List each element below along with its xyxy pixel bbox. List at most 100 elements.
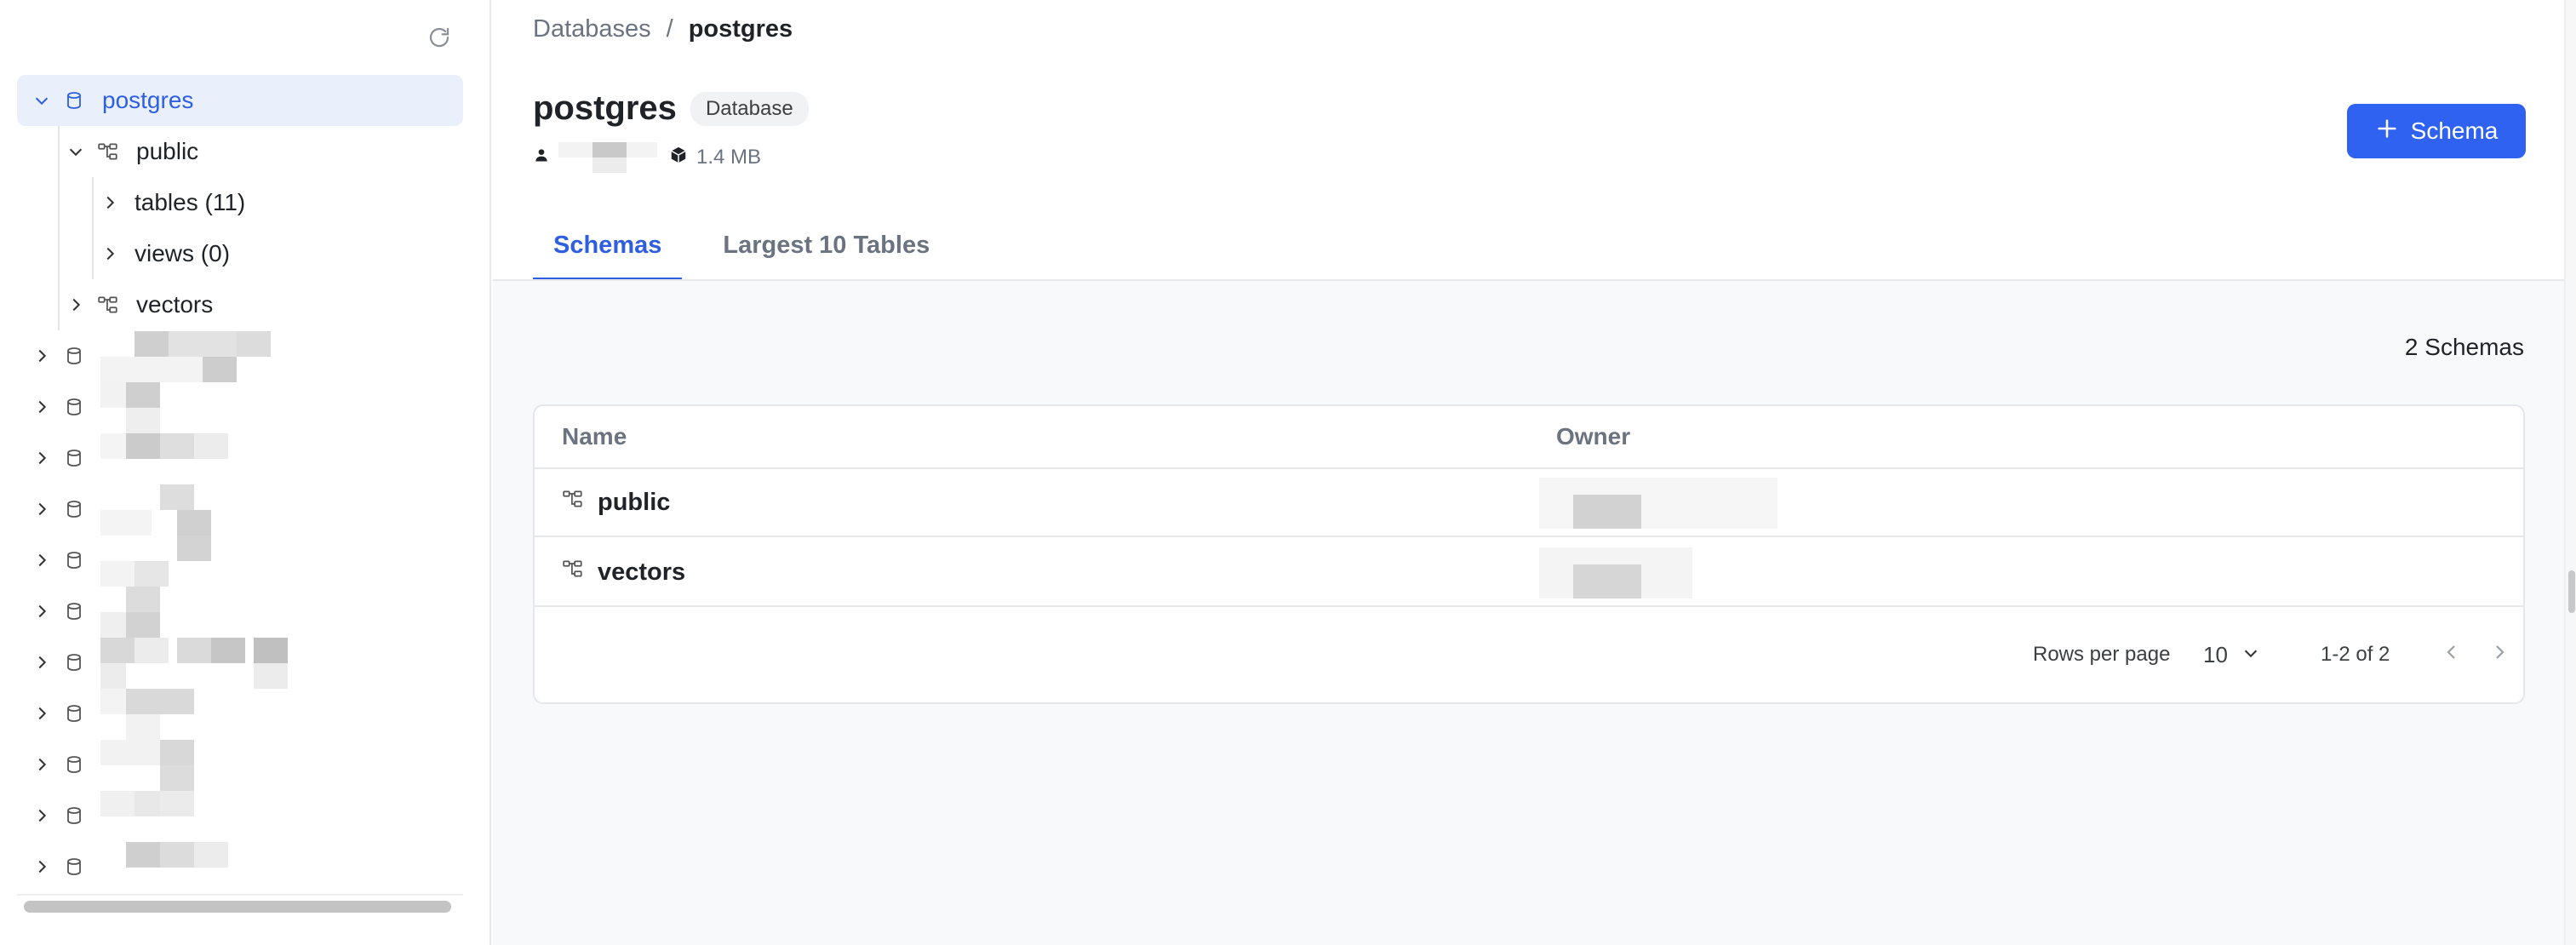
tree-item-views[interactable]: views (0) [17, 228, 463, 279]
database-icon [63, 600, 85, 622]
tree-item-database[interactable] [17, 432, 463, 484]
redacted-database-name [100, 791, 463, 840]
redacted-database-name [100, 484, 463, 536]
tab-largest-tables[interactable]: Largest 10 Tables [702, 217, 950, 282]
pagination: Rows per page 10 1-2 of 2 [535, 607, 2523, 702]
rows-per-page-select[interactable]: 10 [2203, 642, 2260, 668]
schemas-panel: 2 Schemas Name Owner public vectors Rows… [493, 281, 2564, 945]
tab-schemas[interactable]: Schemas [533, 217, 683, 282]
schema-icon [97, 140, 119, 163]
schema-icon [562, 558, 584, 587]
tree-item-label: tables (11) [135, 189, 246, 215]
plus-icon [2375, 117, 2399, 146]
tree-item-database[interactable] [17, 484, 463, 536]
chevron-down-icon[interactable] [63, 139, 89, 164]
package-icon [669, 146, 688, 170]
chevron-right-icon[interactable] [29, 343, 54, 369]
tree-item-label: vectors [136, 291, 214, 318]
chevron-down-icon[interactable] [29, 88, 54, 113]
redacted-database-name [100, 536, 463, 587]
database-icon [63, 549, 85, 571]
tree-item-database[interactable] [17, 535, 463, 587]
tree-item-label: views (0) [135, 240, 231, 266]
tree-item-tables[interactable]: tables (11) [17, 177, 463, 228]
chevron-right-icon[interactable] [97, 190, 123, 215]
table-row[interactable]: public [535, 469, 2523, 537]
rows-per-page-value: 10 [2203, 641, 2228, 667]
chevron-right-icon[interactable] [29, 547, 54, 573]
tree-item-database[interactable] [17, 688, 463, 740]
chevron-right-icon[interactable] [29, 598, 54, 624]
database-icon [63, 805, 85, 827]
schema-name[interactable]: vectors [598, 558, 685, 587]
add-schema-label: Schema [2410, 117, 2499, 144]
column-header-name[interactable]: Name [562, 423, 627, 450]
chevron-right-icon[interactable] [29, 496, 54, 522]
tree-item-database[interactable] [17, 586, 463, 638]
column-header-owner[interactable]: Owner [1556, 423, 1630, 450]
redacted-database-name [100, 689, 463, 740]
chevron-right-icon[interactable] [29, 803, 54, 828]
chevron-right-icon[interactable] [2489, 642, 2510, 668]
tree-item-database[interactable] [17, 739, 463, 791]
add-schema-button[interactable]: Schema [2347, 104, 2526, 158]
chevron-left-icon[interactable] [2441, 642, 2462, 668]
chevron-right-icon[interactable] [63, 292, 89, 318]
chevron-right-icon[interactable] [29, 650, 54, 675]
chevron-right-icon[interactable] [29, 854, 54, 879]
page-title: postgres [533, 89, 677, 127]
database-icon [63, 89, 85, 112]
user-icon [533, 146, 550, 169]
schema-name[interactable]: public [598, 489, 670, 517]
breadcrumb: Databases / postgres [533, 15, 793, 43]
chevron-down-icon [2241, 642, 2260, 668]
tree-item-database[interactable] [17, 330, 463, 382]
breadcrumb-databases[interactable]: Databases [533, 15, 651, 43]
schema-count: 2 Schemas [2404, 334, 2524, 360]
tree-item-vectors[interactable]: vectors [17, 279, 463, 330]
schemas-table: Name Owner public vectors Rows per page … [533, 404, 2525, 704]
rows-per-page-label: Rows per page [2033, 643, 2171, 666]
redacted-database-name [100, 331, 463, 382]
tree-item-database[interactable] [17, 790, 463, 841]
refresh-icon[interactable] [424, 22, 455, 53]
page-header: postgres Database [533, 89, 809, 128]
chevron-right-icon[interactable] [97, 241, 123, 266]
database-icon [63, 498, 85, 520]
tree-item-label: postgres [102, 87, 194, 113]
tree-item-public[interactable]: public [17, 126, 463, 177]
breadcrumb-current: postgres [688, 15, 793, 43]
redacted-database-list [17, 330, 463, 892]
chevron-right-icon[interactable] [29, 701, 54, 726]
tab-bar: Schemas Largest 10 Tables [533, 217, 950, 282]
redacted-database-name [100, 587, 463, 638]
chevron-right-icon[interactable] [29, 394, 54, 420]
chevron-right-icon[interactable] [29, 445, 54, 471]
chevron-right-icon[interactable] [29, 752, 54, 777]
redacted-database-name [100, 638, 463, 689]
tree-item-database[interactable] [17, 841, 463, 892]
scrollbar-thumb[interactable] [2568, 570, 2575, 613]
main-content: Databases / postgres postgres Database 1… [493, 0, 2564, 945]
scrollbar-thumb[interactable] [24, 901, 451, 913]
tree-item-database[interactable] [17, 381, 463, 433]
sidebar: postgres public tables (11) views (0) ve… [0, 0, 491, 945]
redacted-database-name [100, 382, 463, 433]
schema-icon [562, 488, 584, 517]
table-row[interactable]: vectors [535, 539, 2523, 607]
tree-item-postgres[interactable]: postgres [17, 75, 463, 126]
tree-item-database[interactable] [17, 637, 463, 689]
redacted-owner [1539, 547, 1777, 598]
schema-icon [97, 294, 119, 316]
vertical-scrollbar[interactable] [2564, 0, 2576, 945]
database-icon [63, 702, 85, 724]
database-tree: postgres public tables (11) views (0) ve… [17, 75, 463, 892]
database-size: 1.4 MB [696, 146, 762, 169]
database-icon [63, 345, 85, 367]
horizontal-scrollbar[interactable] [17, 894, 463, 913]
redacted-database-name [100, 842, 463, 891]
database-icon [63, 753, 85, 776]
database-icon [63, 856, 85, 878]
tree-item-label: public [136, 138, 199, 164]
redacted-database-name [100, 740, 463, 791]
